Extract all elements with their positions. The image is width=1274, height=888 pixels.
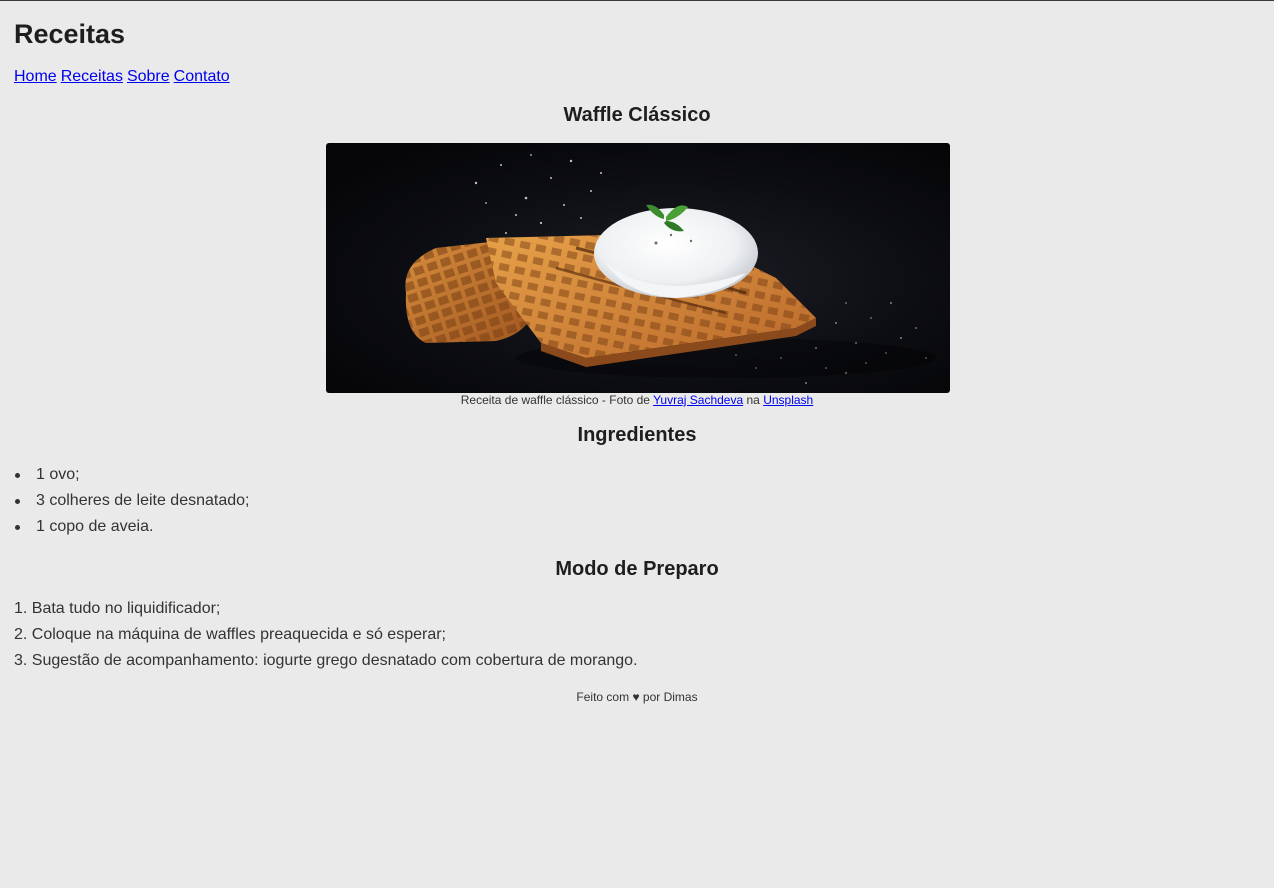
nav-link-home[interactable]: Home [14, 68, 57, 85]
list-item: 1. Bata tudo no liquidificador; [14, 600, 221, 617]
nav-link-contato[interactable]: Contato [174, 68, 230, 85]
ingredients-heading: Ingredientes [577, 424, 697, 446]
list-item: 3. Sugestão de acompanhamento: iogurte g… [14, 652, 638, 669]
nav-link-receitas[interactable]: Receitas [61, 68, 123, 85]
waffle-image [326, 143, 950, 393]
footer: Feito com ♥ por Dimas [0, 690, 1274, 704]
recipe-title: Waffle Clássico [563, 104, 711, 126]
caption-author-link[interactable]: Yuvraj Sachdeva [653, 393, 743, 407]
list-item: 1 copo de aveia. [14, 514, 249, 540]
heart-icon: ♥ [632, 690, 640, 704]
caption-source-link[interactable]: Unsplash [763, 393, 813, 407]
steps-list: 1. Bata tudo no liquidificador; 2. Coloq… [14, 596, 638, 674]
list-item: 2. Coloque na máquina de waffles preaque… [14, 626, 446, 643]
site-title: Receitas [14, 19, 126, 49]
nav-link-sobre[interactable]: Sobre [127, 68, 170, 85]
main-nav: Home Receitas Sobre Contato [14, 67, 234, 87]
caption-middle: na [746, 393, 760, 407]
image-caption: Receita de waffle clássico - Foto de Yuv… [0, 393, 1274, 407]
ingredients-list: 1 ovo; 3 colheres de leite desnatado; 1 … [14, 462, 249, 540]
list-item: 3 colheres de leite desnatado; [14, 488, 249, 514]
footer-author: por Dimas [642, 690, 698, 704]
steps-heading: Modo de Preparo [555, 558, 719, 580]
footer-text: Feito com [576, 690, 630, 704]
caption-text: Receita de waffle clássico - Foto de [460, 393, 650, 407]
list-item: 1 ovo; [14, 462, 249, 488]
